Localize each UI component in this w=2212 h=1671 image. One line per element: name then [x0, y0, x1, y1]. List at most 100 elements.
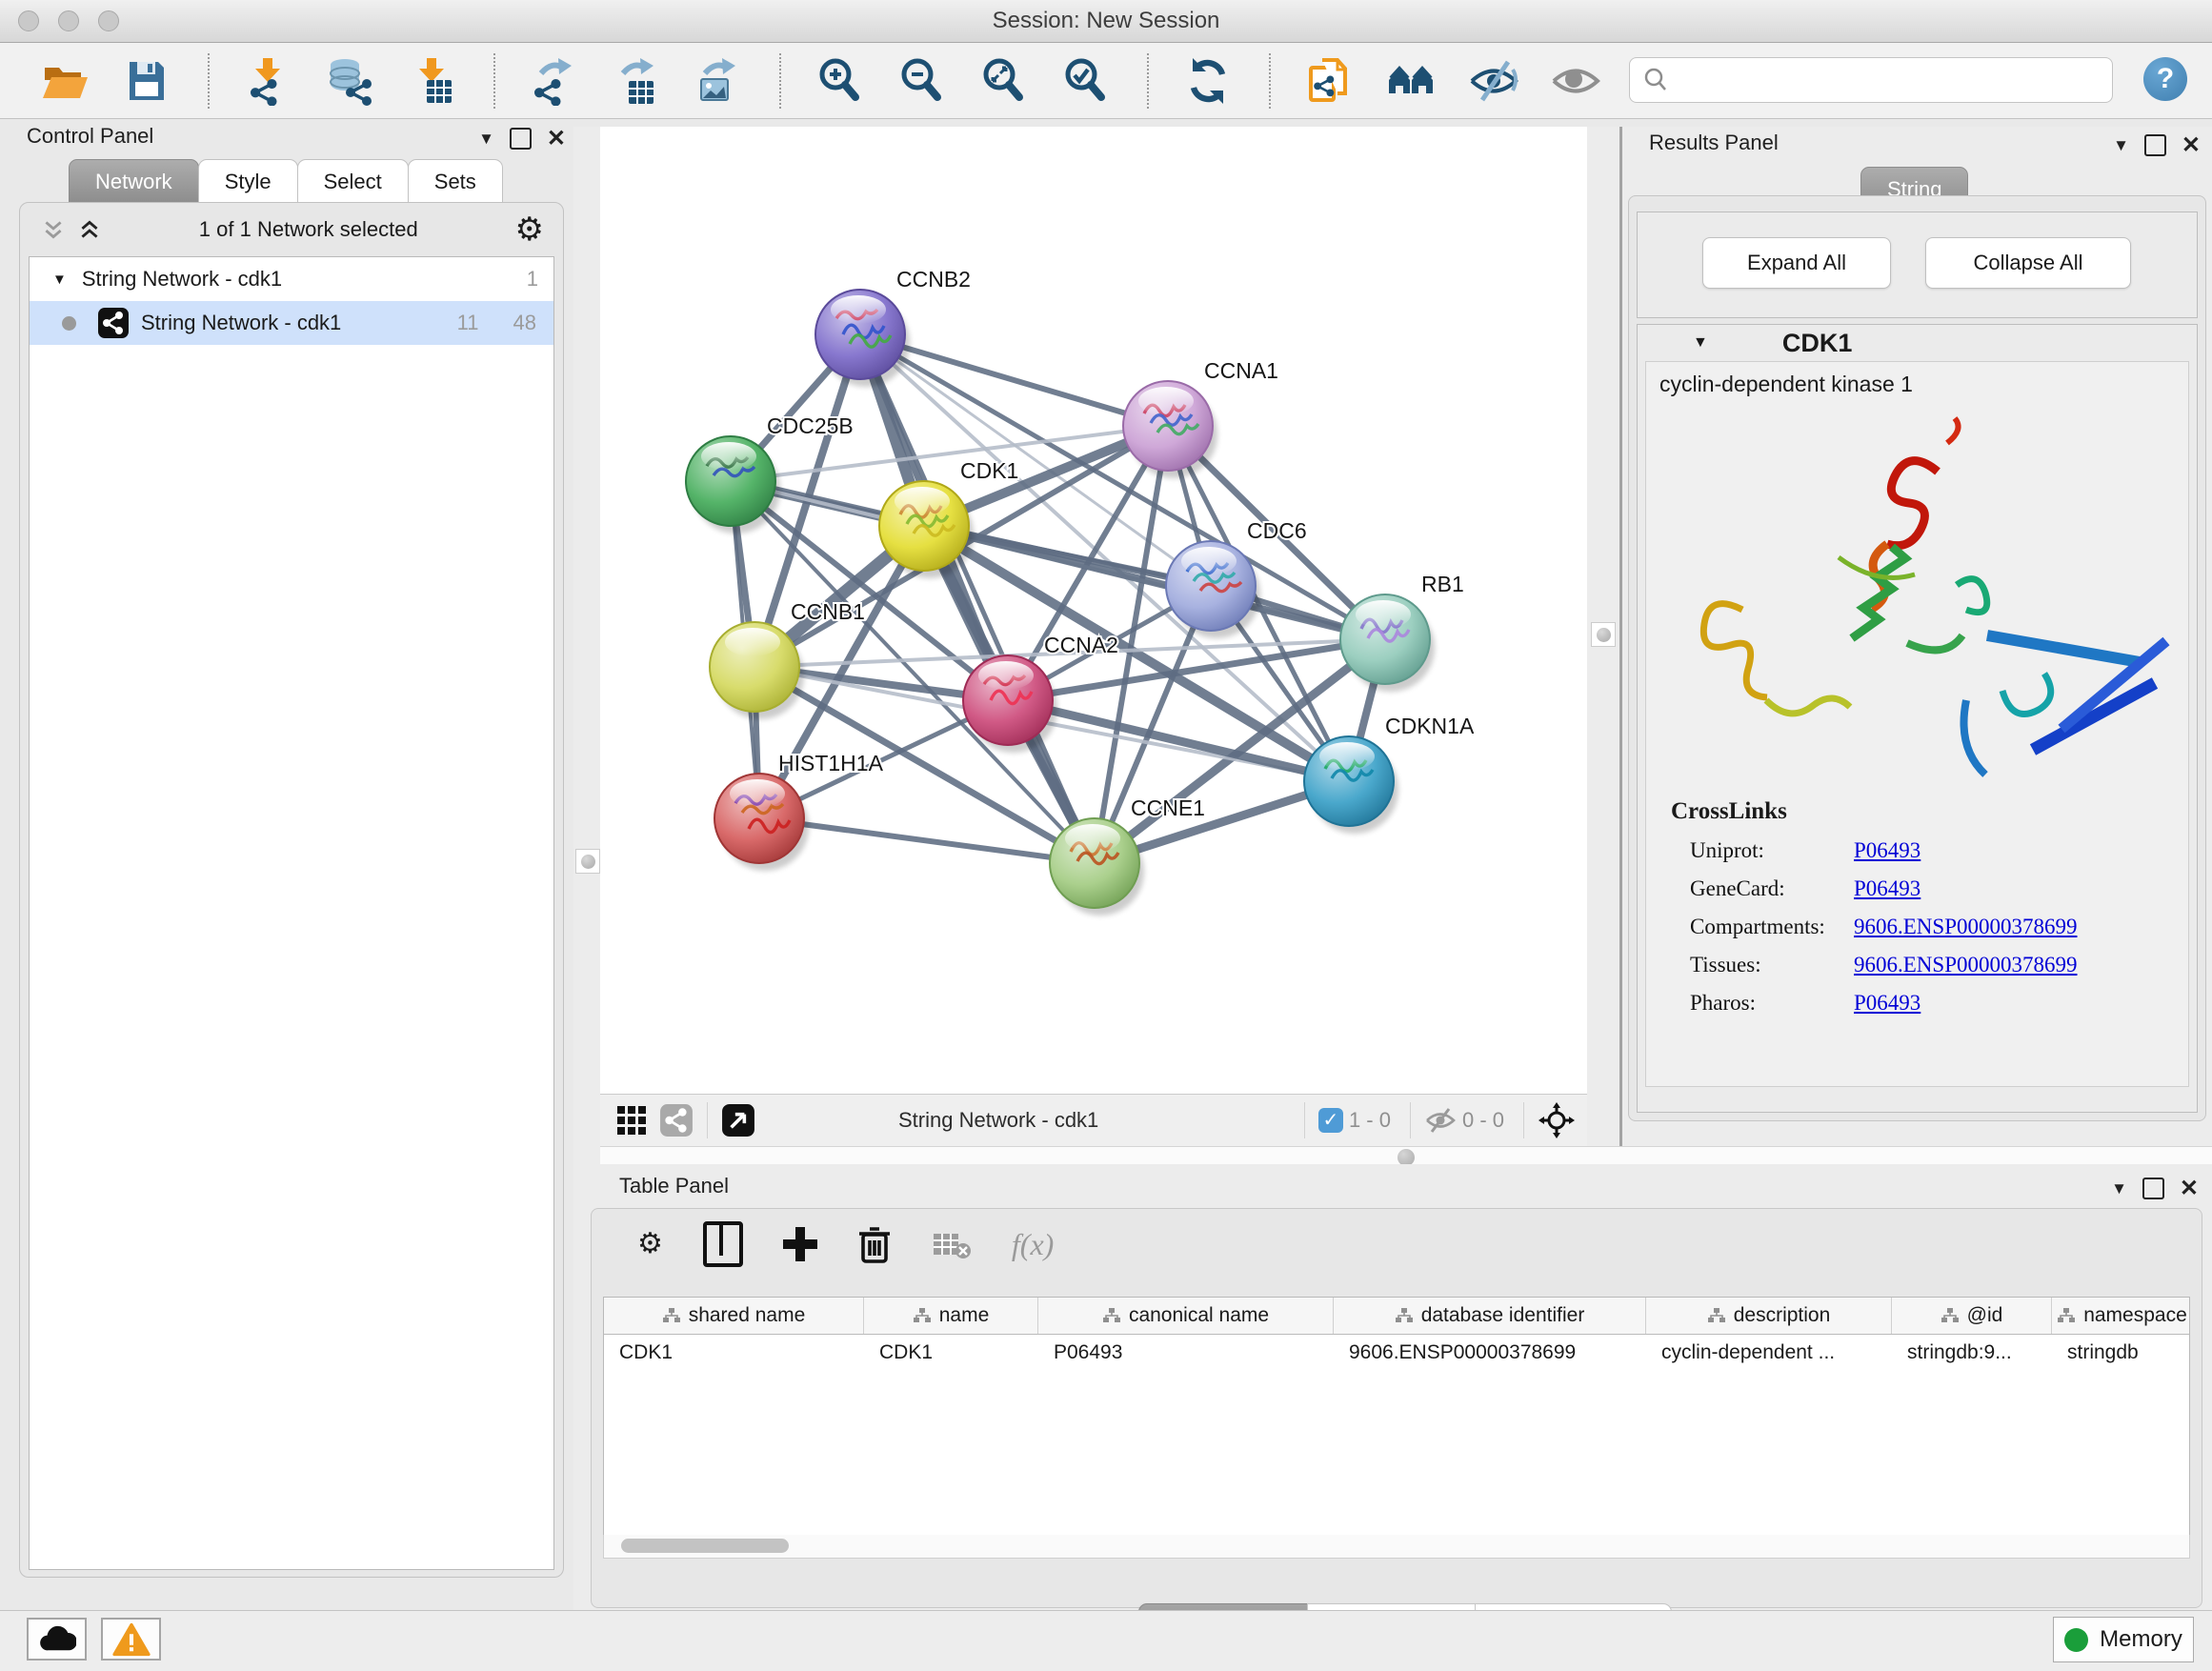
right-splitter[interactable]: [1587, 127, 1619, 1146]
zoom-in-icon[interactable]: [815, 56, 865, 106]
network-edge[interactable]: [924, 526, 1385, 639]
column-header-canonical-name[interactable]: canonical name: [1038, 1298, 1334, 1334]
show-columns-icon[interactable]: [703, 1221, 743, 1267]
refresh-layout-icon[interactable]: [1183, 56, 1233, 106]
network-name: String Network - cdk1: [141, 311, 341, 335]
crosslink-label: GeneCard:: [1690, 876, 1854, 901]
help-button[interactable]: ?: [2143, 57, 2187, 101]
node-table-container: ⚙ f(x) sha: [591, 1208, 2202, 1608]
eye-slash-icon[interactable]: [1469, 56, 1518, 106]
maximize-panel-icon[interactable]: [2142, 1178, 2164, 1199]
collapse-all-button[interactable]: Collapse All: [1925, 237, 2131, 289]
zoom-fit-icon[interactable]: [979, 56, 1029, 106]
export-network-icon[interactable]: [530, 56, 579, 106]
network-edge[interactable]: [759, 818, 1095, 863]
export-image-icon[interactable]: [694, 56, 743, 106]
open-session-icon[interactable]: [40, 56, 90, 106]
network-node[interactable]: [1166, 541, 1260, 638]
network-options-gear-icon[interactable]: ⚙: [515, 215, 544, 244]
close-panel-icon[interactable]: ✕: [2182, 136, 2201, 154]
table-row[interactable]: CDK1CDK1P064939606.ENSP00000378699cyclin…: [604, 1335, 2189, 1371]
horizontal-scrollbar[interactable]: [603, 1535, 2190, 1559]
houses-icon[interactable]: [1387, 56, 1437, 106]
tab-sets[interactable]: Sets: [408, 159, 503, 204]
bottom-splitter[interactable]: [600, 1146, 2212, 1166]
network-node[interactable]: [1340, 594, 1435, 692]
minimize-window-icon[interactable]: [58, 10, 79, 31]
node-count: 11: [457, 311, 479, 335]
float-panel-icon[interactable]: ▼: [478, 130, 494, 149]
crosslink-link[interactable]: P06493: [1854, 838, 1920, 863]
column-header-name[interactable]: name: [864, 1298, 1038, 1334]
crosslink-label: Uniprot:: [1690, 838, 1854, 863]
birdseye-view-icon[interactable]: [721, 1103, 755, 1137]
close-panel-icon[interactable]: ✕: [2180, 1179, 2199, 1198]
network-node[interactable]: [714, 774, 809, 871]
network-node[interactable]: [879, 481, 974, 578]
close-panel-icon[interactable]: ✕: [547, 130, 566, 148]
maximize-panel-icon[interactable]: [2144, 134, 2166, 156]
expand-all-button[interactable]: Expand All: [1702, 237, 1891, 289]
maximize-panel-icon[interactable]: [510, 128, 532, 150]
table-options-gear-icon[interactable]: ⚙: [637, 1230, 663, 1258]
import-database-icon[interactable]: [326, 56, 375, 106]
crosslink-link[interactable]: P06493: [1854, 876, 1920, 901]
network-node[interactable]: [1304, 736, 1398, 834]
column-header-description[interactable]: description: [1646, 1298, 1892, 1334]
network-row[interactable]: String Network - cdk1 11 48: [30, 301, 553, 345]
scrollbar-thumb[interactable]: [621, 1539, 789, 1553]
column-header--id[interactable]: @id: [1892, 1298, 2052, 1334]
column-header-namespace[interactable]: namespace: [2052, 1298, 2190, 1334]
warning-button[interactable]: [101, 1618, 161, 1661]
eye-icon[interactable]: [1551, 56, 1600, 106]
selected-counts: 1 - 0: [1349, 1108, 1391, 1133]
tab-style[interactable]: Style: [198, 159, 298, 204]
window-title: Session: New Session: [0, 0, 2212, 42]
crosslink-row: Compartments:9606.ENSP00000378699: [1690, 915, 2188, 939]
network-collection-row[interactable]: ▼ String Network - cdk1 1: [30, 257, 553, 301]
entry-expander-icon[interactable]: ▼: [1693, 334, 1708, 352]
selected-checkbox-icon[interactable]: ✓: [1318, 1108, 1343, 1133]
table-panel: Table Panel ▼ ✕ ⚙: [579, 1164, 2212, 1610]
zoom-out-icon[interactable]: [897, 56, 947, 106]
crosslink-link[interactable]: P06493: [1854, 991, 1920, 1016]
column-header-database-identifier[interactable]: database identifier: [1334, 1298, 1646, 1334]
tab-network[interactable]: Network: [69, 159, 199, 204]
network-view-canvas[interactable]: CCNB2CCNA1CDC25BCDK1CDC6RB1CCNB1CCNA2CDK…: [600, 127, 1587, 1094]
crosslink-label: Pharos:: [1690, 991, 1854, 1016]
entry-header[interactable]: ▼ CDK1: [1638, 325, 2197, 361]
crosslink-link[interactable]: 9606.ENSP00000378699: [1854, 915, 2078, 939]
memory-button[interactable]: Memory: [2053, 1617, 2194, 1662]
import-table-icon[interactable]: [408, 56, 457, 106]
search-input[interactable]: [1678, 67, 2112, 93]
search-box[interactable]: [1629, 57, 2113, 103]
node-table[interactable]: shared namenamecanonical namedatabase id…: [603, 1297, 2190, 1537]
column-header-shared-name[interactable]: shared name: [604, 1298, 864, 1334]
cloud-button[interactable]: [27, 1618, 87, 1661]
save-session-icon[interactable]: [122, 56, 171, 106]
network-node[interactable]: [1123, 381, 1217, 478]
network-node[interactable]: [686, 436, 780, 534]
tree-expander-icon[interactable]: ▼: [52, 272, 67, 288]
tab-select[interactable]: Select: [297, 159, 409, 204]
left-splitter-handle[interactable]: [575, 849, 600, 874]
export-table-icon[interactable]: [612, 56, 661, 106]
float-panel-icon[interactable]: ▼: [2111, 1179, 2127, 1198]
view-share-icon[interactable]: [659, 1103, 694, 1137]
expand-all-icon[interactable]: [77, 217, 102, 242]
float-panel-icon[interactable]: ▼: [2113, 136, 2129, 155]
crosshair-icon[interactable]: [1538, 1101, 1576, 1139]
import-network-icon[interactable]: [244, 56, 293, 106]
crosslink-link[interactable]: 9606.ENSP00000378699: [1854, 953, 2078, 977]
zoom-window-icon[interactable]: [98, 10, 119, 31]
grid-view-icon[interactable]: [617, 1106, 646, 1135]
collapse-all-icon[interactable]: [41, 217, 66, 242]
zoom-selected-icon[interactable]: [1061, 56, 1111, 106]
delete-column-icon[interactable]: [857, 1225, 892, 1263]
results-panel-title: Results Panel: [1649, 131, 1779, 155]
crosslink-row: Tissues:9606.ENSP00000378699: [1690, 953, 2188, 977]
create-column-icon[interactable]: [783, 1227, 817, 1261]
right-splitter-handle[interactable]: [1591, 622, 1616, 647]
close-window-icon[interactable]: [18, 10, 39, 31]
copy-network-icon[interactable]: [1305, 56, 1355, 106]
